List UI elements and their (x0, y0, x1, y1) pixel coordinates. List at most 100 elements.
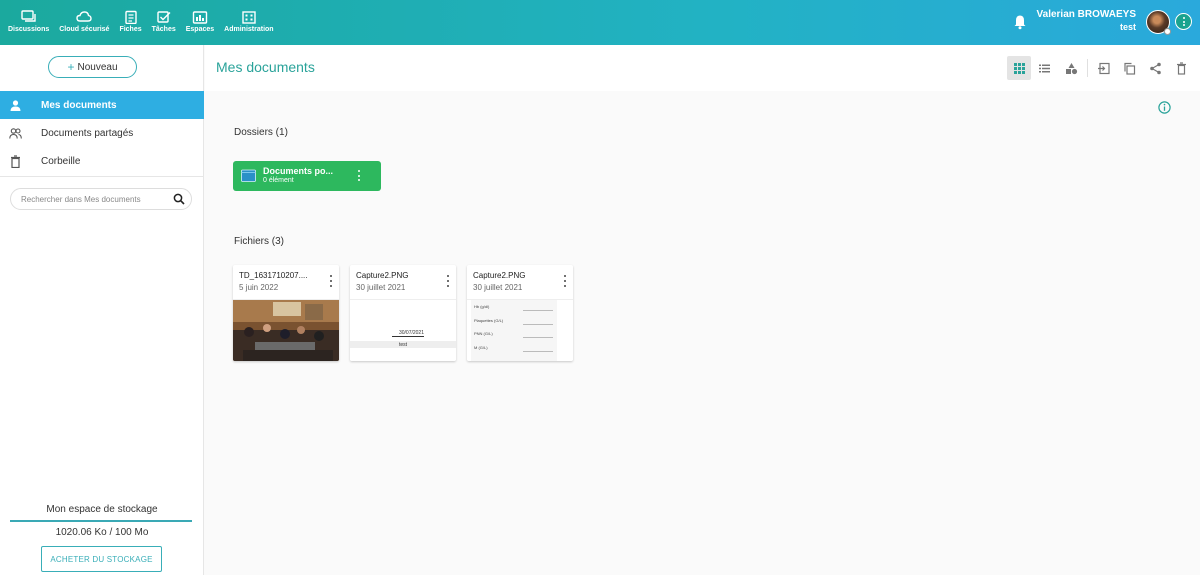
list-view-button[interactable] (1032, 56, 1056, 80)
divider (0, 176, 204, 177)
sidebar-item-label: Documents partagés (41, 127, 134, 139)
sidebar-item-corbeille[interactable]: Corbeille (0, 147, 204, 175)
nav-label: Administration (224, 26, 274, 33)
nav-label: Fiches (119, 26, 142, 33)
storage-progress-fill (10, 520, 192, 522)
spaces-icon (192, 11, 208, 24)
file-name: Capture2.PNG (473, 271, 526, 280)
thumb-date-value: 30/07/2021 (392, 330, 424, 337)
storage-progress-bar (10, 520, 192, 522)
file-thumbnail: 30/07/2021 test (350, 300, 456, 361)
nav-espaces[interactable]: Espaces (186, 0, 214, 45)
move-button[interactable] (1091, 56, 1115, 80)
info-icon[interactable] (1158, 101, 1171, 114)
form-line: Hb (g/dl) (474, 304, 490, 309)
more-vertical-icon[interactable] (329, 275, 332, 287)
folder-count: 0 élément (263, 177, 294, 184)
more-vertical-icon[interactable] (357, 170, 360, 181)
user-info[interactable]: Valerian BROWAEYS test (1037, 9, 1136, 32)
form-underline (523, 337, 553, 338)
form-underline (523, 310, 553, 311)
copy-icon (1123, 62, 1135, 75)
toolbar-divider (1087, 59, 1088, 77)
search-input[interactable] (21, 189, 171, 210)
bell-icon[interactable] (1013, 14, 1027, 30)
nav-label: Tâches (151, 26, 176, 33)
more-vertical-icon[interactable] (446, 275, 449, 287)
shapes-icon (1065, 62, 1077, 74)
main-nav: Discussions Cloud sécurisé Fiches Tâches… (8, 0, 284, 45)
building-icon (242, 11, 256, 24)
file-card-header: Capture2.PNG 30 juillet 2021 (350, 265, 456, 300)
user-name: Valerian BROWAEYS (1036, 9, 1136, 20)
chat-icon (20, 10, 36, 22)
folder-name: Documents po... (263, 166, 334, 176)
file-thumbnail: Hb (g/dl) Plaquettes (G/L) PNN (G/L) M (… (467, 300, 573, 361)
nav-label: Discussions (8, 26, 50, 33)
share-button[interactable] (1143, 56, 1167, 80)
search-icon[interactable] (173, 193, 185, 205)
form-line: PNN (G/L) (474, 331, 493, 336)
delete-button[interactable] (1169, 56, 1193, 80)
file-card-header: Capture2.PNG 30 juillet 2021 (467, 265, 573, 300)
file-thumbnail (233, 300, 339, 361)
form-line: Plaquettes (G/L) (474, 318, 504, 323)
grid-view-button[interactable] (1007, 56, 1031, 80)
buy-storage-button[interactable]: ACHETER DU STOCKAGE (41, 546, 162, 572)
list-icon (1038, 64, 1050, 72)
avatar[interactable] (1146, 10, 1171, 35)
file-date: 30 juillet 2021 (356, 283, 406, 292)
file-date: 30 juillet 2021 (473, 283, 523, 292)
share-icon (1149, 62, 1161, 74)
grid-icon (1013, 62, 1025, 74)
trash-icon (1176, 61, 1186, 75)
sidebar-item-label: Mes documents (41, 99, 117, 111)
user-subtitle: test (1119, 22, 1136, 32)
file-card[interactable]: Capture2.PNG 30 juillet 2021 Hb (g/dl) P… (467, 265, 573, 361)
nav-cloud[interactable]: Cloud sécurisé (59, 0, 109, 45)
person-icon (10, 99, 21, 111)
sidebar-item-mes-documents[interactable]: Mes documents (0, 91, 204, 119)
new-button[interactable]: + Nouveau (48, 56, 137, 78)
sidebar-item-label: Corbeille (41, 155, 81, 167)
trash-icon (11, 154, 20, 168)
more-vertical-icon[interactable] (563, 275, 566, 287)
sidebar-item-documents-partages[interactable]: Documents partagés (0, 119, 204, 147)
nav-discussions[interactable]: Discussions (8, 0, 49, 45)
nav-taches[interactable]: Tâches (152, 0, 176, 45)
apps-menu-button[interactable] (1175, 13, 1192, 30)
move-to-icon (1097, 62, 1110, 74)
task-check-icon (156, 11, 171, 23)
shapes-view-button[interactable] (1059, 56, 1083, 80)
main-header: Mes documents (205, 45, 1200, 91)
folders-section-title: Dossiers (1) (234, 127, 288, 138)
folder-icon (241, 169, 256, 182)
nav-label: Espaces (185, 26, 215, 33)
file-card[interactable]: Capture2.PNG 30 juillet 2021 30/07/2021 … (350, 265, 456, 361)
new-button-label: Nouveau (77, 61, 118, 73)
file-card-header: TD_1631710207.... 5 juin 2022 (233, 265, 339, 300)
form-capture: Hb (g/dl) Plaquettes (G/L) PNN (G/L) M (… (471, 300, 557, 361)
more-vertical-icon (1182, 17, 1185, 26)
storage-title: Mon espace de stockage (46, 504, 158, 515)
plus-icon: + (67, 60, 75, 74)
cloud-icon (76, 11, 93, 22)
form-underline (523, 324, 553, 325)
files-section-title: Fichiers (3) (234, 236, 285, 247)
file-date: 5 juin 2022 (239, 283, 279, 292)
folder-card[interactable]: Documents po... 0 élément (233, 161, 381, 191)
nav-fiches[interactable]: Fiches (119, 0, 142, 45)
file-name: TD_1631710207.... (239, 271, 308, 280)
file-name: Capture2.PNG (356, 271, 409, 280)
form-underline (523, 351, 553, 352)
file-card[interactable]: TD_1631710207.... 5 juin 2022 (233, 265, 339, 361)
copy-button[interactable] (1117, 56, 1141, 80)
gear-icon (1164, 28, 1171, 35)
clipboard-icon (124, 10, 137, 24)
nav-label: Cloud sécurisé (59, 26, 110, 33)
nav-administration[interactable]: Administration (224, 0, 274, 45)
storage-value: 1020.06 Ko / 100 Mo (55, 527, 149, 538)
search-box (10, 188, 192, 210)
page-title: Mes documents (216, 59, 315, 75)
form-line: M (G/L) (474, 345, 488, 350)
